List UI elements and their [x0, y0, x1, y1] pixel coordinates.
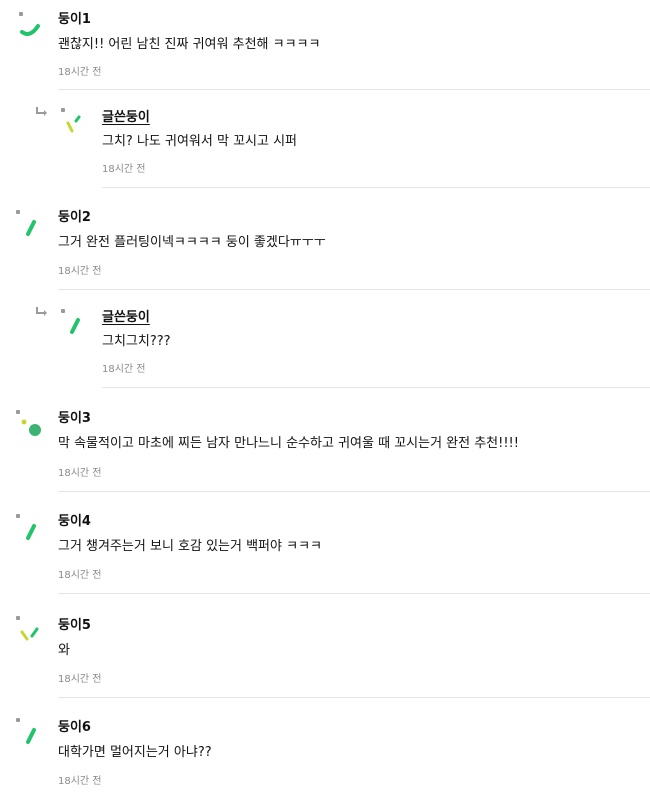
comment-item: 둥이5 와 18시간 전 — [0, 594, 650, 698]
comment-text: 그거 챙겨주는거 보니 호감 있는거 백퍼야 ㅋㅋㅋ — [58, 539, 322, 554]
avatar-icon[interactable] — [60, 308, 90, 338]
avatar-icon[interactable] — [16, 514, 46, 544]
comment-text: 괜찮지!! 어린 남친 진짜 귀여워 추천해 ㅋㅋㅋㅋ — [58, 37, 321, 52]
comment-time: 18시간 전 — [58, 468, 102, 479]
comment-author[interactable]: 둥이2 — [58, 210, 91, 226]
comment-text: 대학가면 멀어지는거 아냐?? — [58, 745, 212, 760]
comment-item: 둥이4 그거 챙겨주는거 보니 호감 있는거 백퍼야 ㅋㅋㅋ 18시간 전 — [0, 492, 650, 594]
avatar-icon[interactable] — [16, 616, 46, 646]
comment-item: 둥이1 괜찮지!! 어린 남친 진짜 귀여워 추천해 ㅋㅋㅋㅋ 18시간 전 — [0, 0, 650, 90]
comment-time: 18시간 전 — [58, 266, 102, 277]
avatar-icon[interactable] — [60, 107, 90, 137]
comment-author[interactable]: 둥이4 — [58, 514, 91, 530]
comment-text: 와 — [58, 643, 70, 658]
comment-item: 둥이6 대학가면 멀어지는거 아냐?? 18시간 전 — [0, 698, 650, 800]
avatar-icon[interactable] — [16, 10, 46, 40]
comment-time: 18시간 전 — [58, 674, 102, 685]
comment-author[interactable]: 둥이6 — [58, 720, 91, 736]
comment-author[interactable]: 둥이1 — [58, 12, 91, 28]
comment-item: 둥이2 그거 완전 플러팅이넥ㅋㅋㅋㅋ 둥이 좋겠다ㅠㅜㅜ 18시간 전 — [0, 188, 650, 290]
comment-time: 18시간 전 — [58, 570, 102, 581]
comment-author[interactable]: 둥이3 — [58, 411, 91, 427]
comment-time: 18시간 전 — [58, 67, 102, 78]
reply-item: 글쓴둥이 그치그치??? 18시간 전 — [0, 290, 650, 388]
comment-text: 그치? 나도 귀여워서 막 꼬시고 시퍼 — [102, 134, 298, 149]
avatar-icon[interactable] — [16, 210, 46, 240]
comment-time: 18시간 전 — [58, 776, 102, 787]
comment-text: 그거 완전 플러팅이넥ㅋㅋㅋㅋ 둥이 좋겠다ㅠㅜㅜ — [58, 235, 326, 250]
comment-item: 둥이3 막 속물적이고 마초에 찌든 남자 만나느니 순수하고 귀여울 때 꼬시… — [0, 388, 650, 492]
comment-time: 18시간 전 — [102, 164, 146, 175]
reply-item: 글쓴둥이 그치? 나도 귀여워서 막 꼬시고 시퍼 18시간 전 — [0, 90, 650, 188]
comment-time: 18시간 전 — [102, 364, 146, 375]
comment-text: 막 속물적이고 마초에 찌든 남자 만나느니 순수하고 귀여울 때 꼬시는거 완… — [58, 436, 519, 451]
avatar-icon[interactable] — [16, 410, 46, 440]
comment-author[interactable]: 글쓴둥이 — [102, 110, 150, 126]
reply-arrow-icon — [36, 307, 47, 316]
reply-arrow-icon — [36, 107, 47, 116]
comment-text: 그치그치??? — [102, 334, 171, 349]
avatar-icon[interactable] — [16, 718, 46, 748]
comment-author[interactable]: 둥이5 — [58, 618, 91, 634]
comment-author[interactable]: 글쓴둥이 — [102, 310, 150, 326]
